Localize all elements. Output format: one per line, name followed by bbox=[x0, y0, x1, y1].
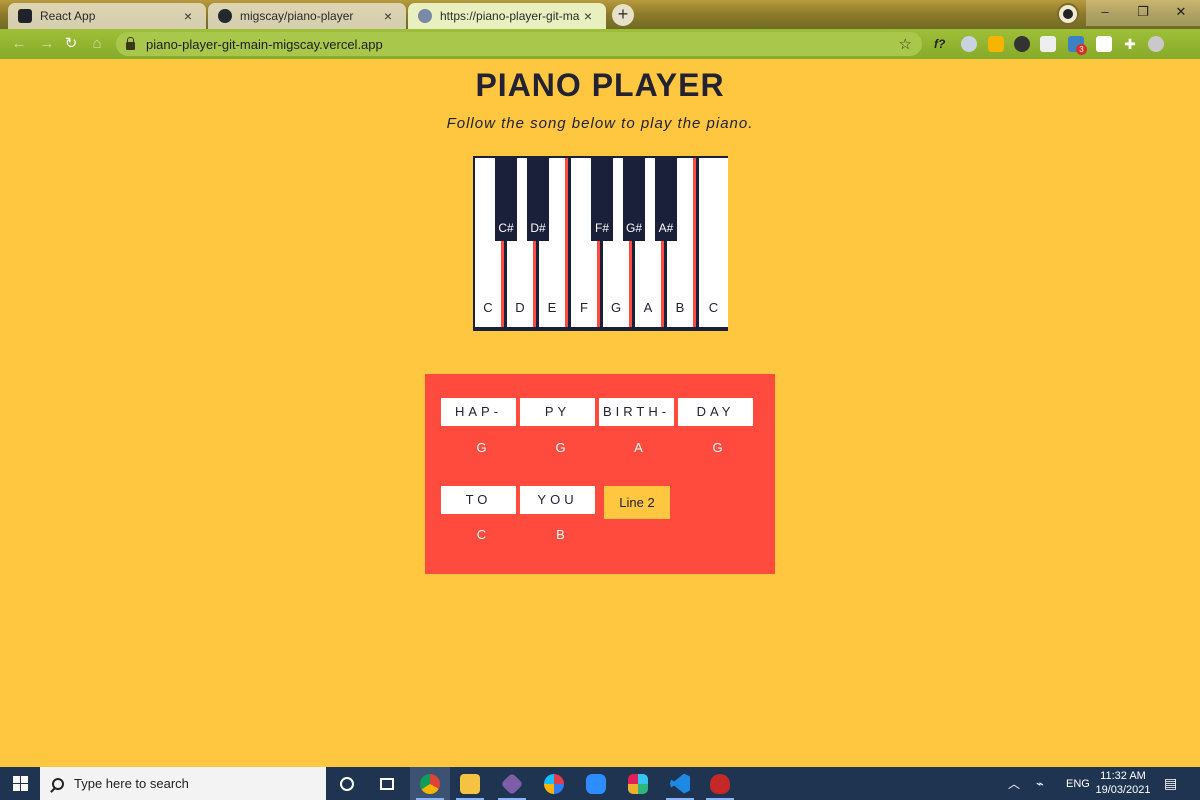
note-label: C bbox=[476, 527, 487, 542]
address-bar[interactable]: piano-player-git-main-migscay.vercel.app… bbox=[116, 32, 922, 56]
close-icon[interactable]: × bbox=[180, 8, 196, 24]
lyric-word: YOU bbox=[520, 486, 595, 514]
piano-key-g-sharp[interactable]: G# bbox=[623, 158, 645, 241]
zoom-icon[interactable] bbox=[576, 767, 616, 800]
piano-key-c-sharp[interactable]: C# bbox=[495, 158, 517, 241]
tab-github[interactable]: migscay/piano-player × bbox=[208, 3, 406, 29]
note-label: A bbox=[634, 440, 643, 455]
browser-toolbar: ← → ↻ ⌂ piano-player-git-main-migscay.ve… bbox=[0, 29, 1200, 59]
close-icon[interactable]: × bbox=[380, 8, 396, 24]
clock-time: 11:32 AM bbox=[1100, 770, 1146, 782]
note-label: G bbox=[555, 440, 566, 455]
extension-badge: 3 bbox=[1076, 44, 1087, 55]
lyric-word: DAY bbox=[678, 398, 753, 426]
minimize-button[interactable]: – bbox=[1086, 0, 1124, 26]
search-placeholder: Type here to search bbox=[74, 776, 189, 791]
extension-icon[interactable] bbox=[961, 36, 977, 52]
tab-react-app[interactable]: React App × bbox=[8, 3, 206, 29]
windows-icon bbox=[13, 776, 28, 791]
formula-extension-icon[interactable]: f? bbox=[934, 36, 950, 52]
home-icon[interactable]: ⌂ bbox=[86, 33, 108, 55]
vscode-icon[interactable] bbox=[660, 767, 700, 800]
lyric-word: PY bbox=[520, 398, 595, 426]
taskbar-search[interactable]: Type here to search bbox=[40, 767, 326, 800]
bookmark-star-icon[interactable]: ☆ bbox=[899, 35, 912, 53]
tab-title: https://piano-player-git-main-m bbox=[440, 9, 580, 23]
cortana-icon[interactable] bbox=[327, 767, 367, 800]
tray-chevron-icon[interactable]: ︿ bbox=[1008, 767, 1020, 800]
slack-icon[interactable] bbox=[618, 767, 658, 800]
react-icon bbox=[18, 9, 32, 23]
github-icon bbox=[218, 9, 232, 23]
browser-tab-strip: React App × migscay/piano-player × https… bbox=[0, 0, 1200, 29]
restore-button[interactable]: ❐ bbox=[1124, 0, 1162, 26]
avatar[interactable] bbox=[1148, 36, 1164, 52]
tab-title: React App bbox=[40, 9, 96, 23]
drive-icon[interactable] bbox=[988, 36, 1004, 52]
language-indicator[interactable]: ENG bbox=[1066, 767, 1090, 800]
globe-icon bbox=[418, 9, 432, 23]
app-icon[interactable] bbox=[534, 767, 574, 800]
close-icon[interactable]: × bbox=[580, 8, 596, 24]
piano-key-d-sharp[interactable]: D# bbox=[527, 158, 549, 241]
back-icon[interactable]: ← bbox=[8, 33, 30, 55]
tab-piano-player[interactable]: https://piano-player-git-main-m × bbox=[408, 3, 606, 29]
next-line-button[interactable]: Line 2 bbox=[604, 486, 670, 519]
lyric-word: BIRTH- bbox=[599, 398, 674, 426]
piano-keyboard: C D E F G A B C C# D# F# G# A# bbox=[473, 156, 728, 331]
octopus-app-icon[interactable] bbox=[700, 767, 740, 800]
tab-title: migscay/piano-player bbox=[240, 9, 354, 23]
extension-icon[interactable] bbox=[1040, 36, 1056, 52]
file-explorer-icon[interactable] bbox=[450, 767, 490, 800]
extension-icon[interactable]: 3 bbox=[1068, 36, 1087, 55]
reload-icon[interactable]: ↻ bbox=[60, 33, 82, 55]
start-button[interactable] bbox=[0, 767, 40, 800]
profile-icon[interactable] bbox=[1057, 3, 1079, 25]
note-label: G bbox=[476, 440, 487, 455]
lyric-word: TO bbox=[441, 486, 516, 514]
lock-icon bbox=[126, 36, 135, 50]
puzzle-icon[interactable]: ✚ bbox=[1122, 36, 1138, 52]
task-view-icon[interactable] bbox=[367, 767, 407, 800]
new-tab-button[interactable]: + bbox=[612, 4, 634, 26]
piano-key-f-sharp[interactable]: F# bbox=[591, 158, 613, 241]
note-label: G bbox=[712, 440, 723, 455]
git-app-icon[interactable] bbox=[492, 767, 532, 800]
piano-key-a-sharp[interactable]: A# bbox=[655, 158, 677, 241]
search-icon bbox=[52, 777, 64, 790]
lyric-word: HAP- bbox=[441, 398, 516, 426]
forward-icon[interactable]: → bbox=[36, 33, 58, 55]
network-icon[interactable]: ⌁ bbox=[1036, 767, 1044, 800]
window-close-button[interactable]: ✕ bbox=[1162, 0, 1200, 26]
song-card: HAP- PY BIRTH- DAY G G A G TO YOU C B Li… bbox=[425, 374, 775, 574]
page-subtitle: Follow the song below to play the piano. bbox=[446, 115, 754, 132]
notifications-icon[interactable]: ▤ bbox=[1164, 767, 1177, 800]
taskbar: Type here to search ︿ ⌁ ENG 11:32 AM 19/… bbox=[0, 767, 1200, 800]
extension-icon[interactable] bbox=[1096, 36, 1112, 52]
extension-icon[interactable] bbox=[1014, 36, 1030, 52]
clock-date: 19/03/2021 bbox=[1095, 784, 1151, 796]
piano-key-c-high[interactable]: C bbox=[699, 158, 728, 327]
note-label: B bbox=[556, 527, 565, 542]
chrome-icon[interactable] bbox=[410, 767, 450, 800]
page-title: PIANO PLAYER bbox=[475, 67, 725, 103]
url-text: piano-player-git-main-migscay.vercel.app bbox=[146, 36, 383, 52]
taskbar-clock[interactable]: 11:32 AM 19/03/2021 bbox=[1090, 769, 1156, 797]
